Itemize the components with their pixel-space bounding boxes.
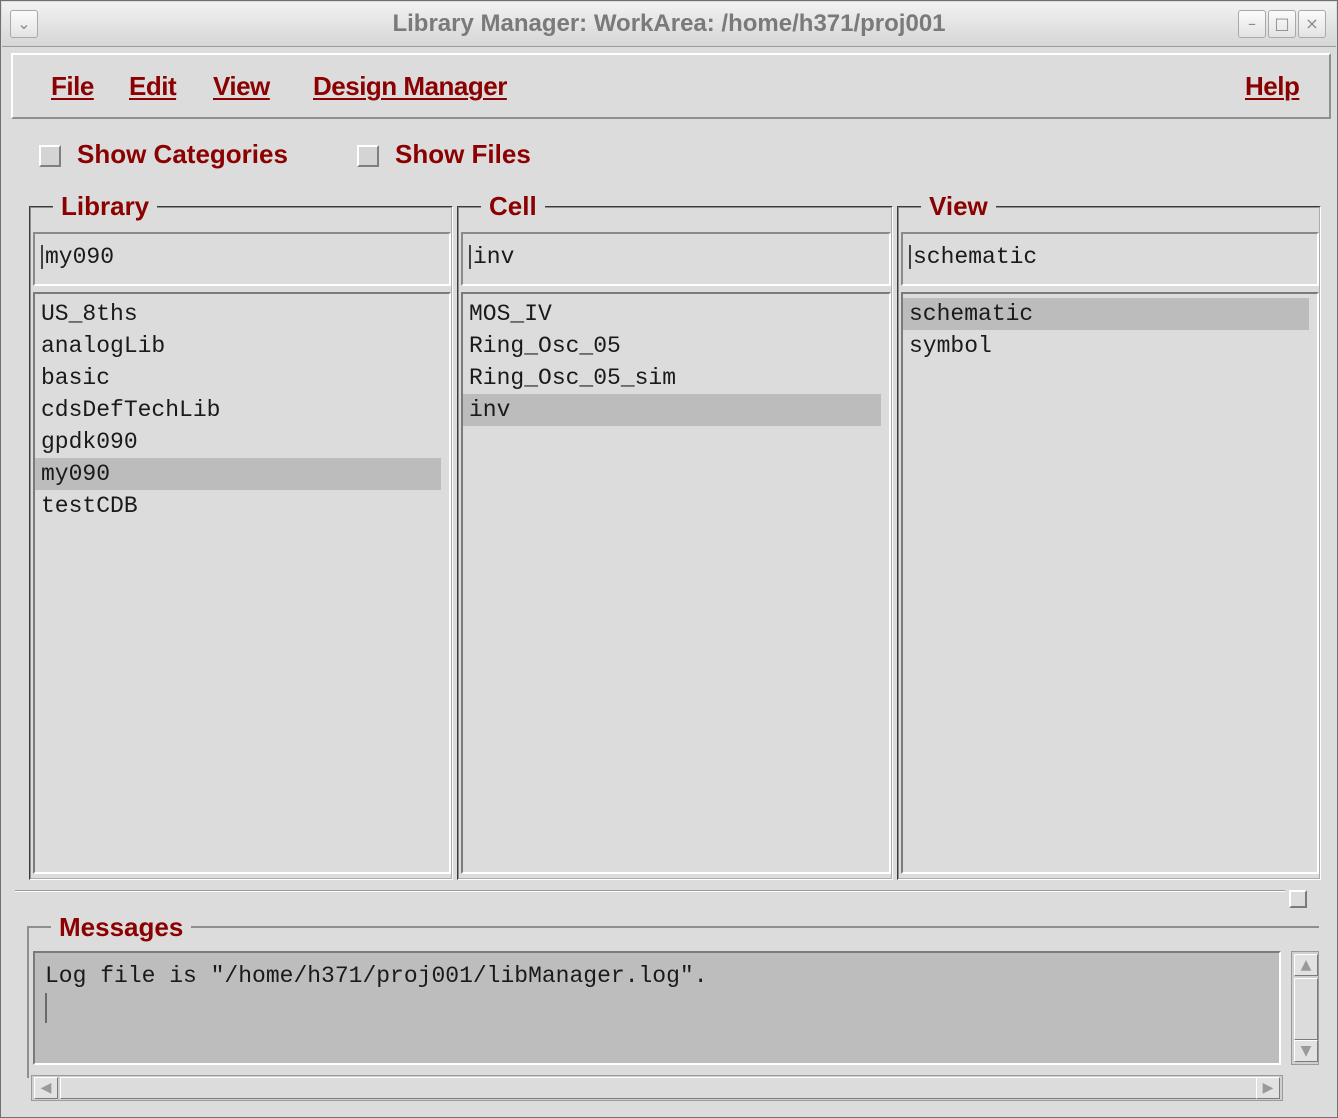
scroll-up-arrow-icon[interactable]: ▲ xyxy=(1294,954,1318,976)
library-label: Library xyxy=(53,190,158,222)
scroll-right-arrow-icon[interactable]: ▶ xyxy=(1256,1077,1280,1099)
library-input-value: my090 xyxy=(45,244,115,270)
show-files-label: Show Files xyxy=(395,139,531,169)
menu-design-manager[interactable]: Design Manager xyxy=(313,71,507,102)
text-cursor xyxy=(41,244,43,269)
library-list-item[interactable]: US_8ths xyxy=(35,298,441,330)
library-input[interactable]: my090 xyxy=(33,232,451,286)
menu-view[interactable]: View xyxy=(213,71,270,102)
view-list[interactable]: schematic symbol xyxy=(901,292,1319,874)
cell-label: Cell xyxy=(481,190,545,222)
log-message: Log file is "/home/h371/proj001/libManag… xyxy=(45,963,708,989)
text-cursor xyxy=(45,993,47,1023)
menu-edit[interactable]: Edit xyxy=(129,71,177,102)
title-bar[interactable]: ⌄ Library Manager: WorkArea: /home/h371/… xyxy=(2,2,1336,47)
checkbox-box[interactable] xyxy=(357,145,379,167)
text-cursor xyxy=(469,244,471,269)
cell-input[interactable]: inv xyxy=(461,232,891,286)
library-list-item[interactable]: basic xyxy=(35,362,441,394)
messages-text-area[interactable]: Log file is "/home/h371/proj001/libManag… xyxy=(33,951,1281,1065)
checkbox-box[interactable] xyxy=(39,145,61,167)
cell-list-item[interactable]: MOS_IV xyxy=(463,298,881,330)
cell-list-item[interactable]: Ring_Osc_05_sim xyxy=(463,362,881,394)
menu-file[interactable]: File xyxy=(51,71,94,102)
library-list-item[interactable]: my090 xyxy=(35,458,441,490)
library-list-item[interactable]: testCDB xyxy=(35,490,441,522)
scroll-left-arrow-icon[interactable]: ◀ xyxy=(34,1077,58,1099)
library-list-item[interactable]: cdsDefTechLib xyxy=(35,394,441,426)
window-title: Library Manager: WorkArea: /home/h371/pr… xyxy=(392,10,946,37)
cell-list-item[interactable]: inv xyxy=(463,394,881,426)
maximize-button[interactable]: □ xyxy=(1268,10,1296,38)
library-list-item[interactable]: analogLib xyxy=(35,330,441,362)
minimize-button[interactable]: – xyxy=(1238,10,1266,38)
menu-bar: File Edit View Design Manager Help xyxy=(11,53,1331,119)
messages-vertical-scrollbar[interactable]: ▲ ▼ xyxy=(1291,951,1319,1065)
scroll-down-arrow-icon[interactable]: ▼ xyxy=(1294,1040,1318,1062)
view-label: View xyxy=(921,190,996,222)
menu-help[interactable]: Help xyxy=(1245,71,1300,102)
cell-list[interactable]: MOS_IV Ring_Osc_05 Ring_Osc_05_sim inv xyxy=(461,292,891,874)
horizontal-scroll-thumb[interactable] xyxy=(60,1077,1258,1099)
library-list-item[interactable]: gpdk090 xyxy=(35,426,441,458)
view-list-item[interactable]: schematic xyxy=(903,298,1309,330)
cell-list-item[interactable]: Ring_Osc_05 xyxy=(463,330,881,362)
splitter-sash-handle[interactable] xyxy=(1289,890,1307,908)
view-list-item[interactable]: symbol xyxy=(903,330,1309,362)
messages-horizontal-scrollbar[interactable]: ◀ ▶ xyxy=(31,1075,1283,1101)
close-button[interactable]: × xyxy=(1298,10,1326,38)
messages-label: Messages xyxy=(51,911,192,943)
view-input-value: schematic xyxy=(913,244,1038,270)
vertical-scroll-thumb[interactable] xyxy=(1294,978,1318,1040)
text-cursor xyxy=(909,244,911,269)
show-categories-label: Show Categories xyxy=(77,139,288,169)
library-list[interactable]: US_8ths analogLib basic cdsDefTechLib gpdk09… xyxy=(33,292,451,874)
library-manager-window: ⌄ Library Manager: WorkArea: /home/h371/… xyxy=(0,0,1338,1118)
pane-splitter[interactable] xyxy=(15,890,1285,892)
view-input[interactable]: schematic xyxy=(901,232,1319,286)
cell-input-value: inv xyxy=(473,244,515,270)
